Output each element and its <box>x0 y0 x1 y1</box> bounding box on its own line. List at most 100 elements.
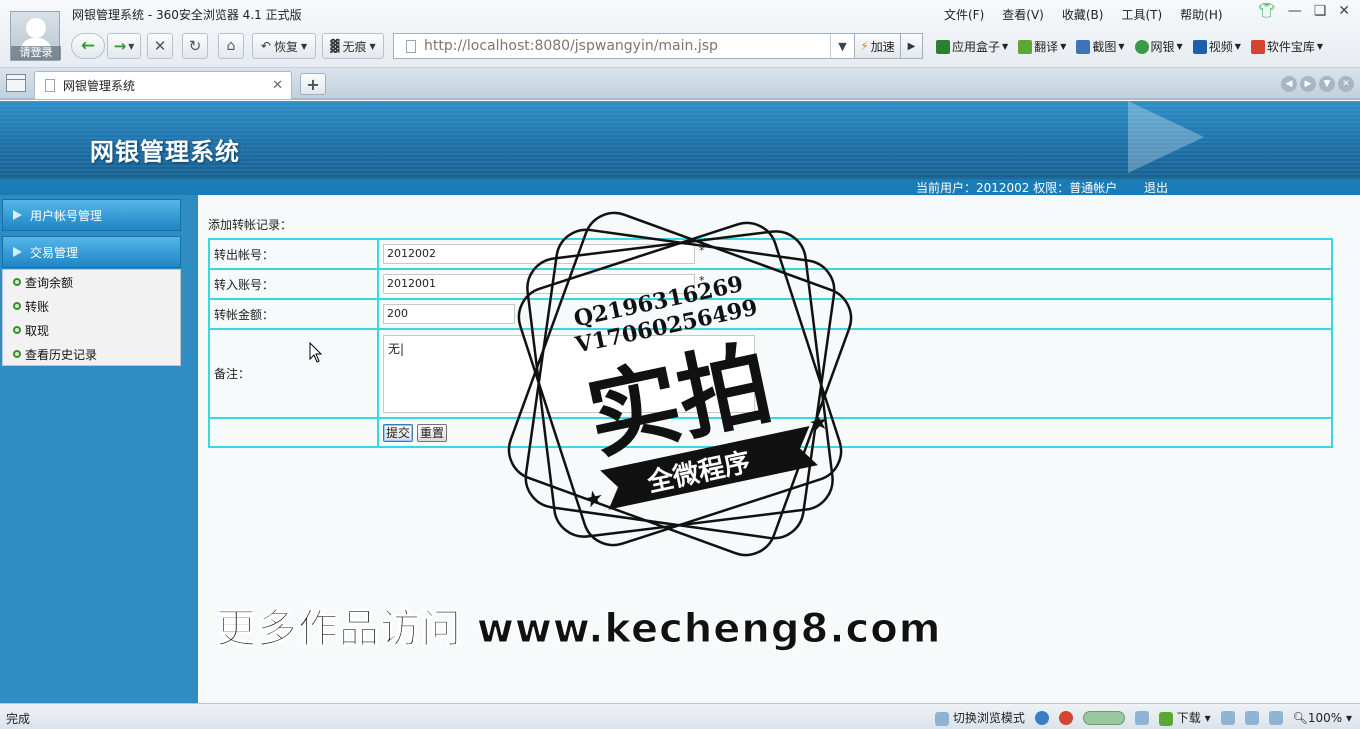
ext-label: 截图 <box>1092 40 1117 54</box>
clipboard-icon[interactable] <box>1220 710 1235 725</box>
ext-label: 视频 <box>1208 40 1233 54</box>
ext-app-box[interactable]: 应用盒子 ▼ <box>936 38 1008 55</box>
stop-button[interactable]: ✕ <box>147 33 173 59</box>
login-avatar[interactable]: 请登录 <box>10 11 61 61</box>
menu-favorites[interactable]: 收藏(B) <box>1062 6 1104 23</box>
menu-file[interactable]: 文件(F) <box>944 6 984 23</box>
restore-button[interactable]: ↶ 恢复 ▼ <box>252 33 316 59</box>
plus-icon: + <box>306 74 320 94</box>
ext-software[interactable]: 软件宝库 ▼ <box>1250 38 1323 55</box>
amount-label: 转帐金额： <box>208 298 379 330</box>
tab-bar: 网银管理系统 ✕ + ◀ ▶ ▼ ✕ <box>0 68 1360 100</box>
tab-list-icon[interactable]: ▼ <box>1319 76 1335 92</box>
tab-close-all-icon[interactable]: ✕ <box>1338 76 1354 92</box>
address-dropdown-icon[interactable]: ▼ <box>830 34 854 58</box>
skin-shirt-icon[interactable]: 👕︎ <box>1258 3 1276 19</box>
tab-next-icon[interactable]: ▶ <box>1300 76 1316 92</box>
app-title: 网银管理系统 <box>90 137 240 166</box>
screenshot-icon <box>1076 39 1091 54</box>
mode-switch[interactable]: 切换浏览模式 <box>935 709 1025 726</box>
back-arrow-icon: ← <box>80 36 96 56</box>
new-tab-button[interactable]: + <box>300 73 326 95</box>
tab-main[interactable]: 网银管理系统 ✕ <box>34 71 292 99</box>
amount-input[interactable]: 200 <box>383 304 515 324</box>
forward-button[interactable]: → ▼ <box>107 33 141 59</box>
go-button[interactable]: ▶ <box>901 33 923 59</box>
site-watermark: 更多作品访问 www.kecheng8.com <box>215 606 942 653</box>
close-window-icon[interactable]: ✕ <box>1338 3 1350 19</box>
ebank-icon <box>1134 39 1149 54</box>
app-sidebar: 用户帐号管理 交易管理 查询余额 转账 取现 查看历史记录 <box>0 195 198 703</box>
sidebar-group-transactions[interactable]: 交易管理 <box>2 236 181 268</box>
from-account-label: 转出帐号： <box>208 238 379 270</box>
star-icon: ★ <box>807 409 832 438</box>
chevron-down-icon: ▼ <box>1002 42 1009 51</box>
star-icon: ★ <box>582 486 607 515</box>
ext-translate[interactable]: 翻译 ▼ <box>1018 38 1066 55</box>
tab-prev-icon[interactable]: ◀ <box>1281 76 1297 92</box>
ie-icon[interactable] <box>1034 710 1049 725</box>
zoom-control[interactable]: 🔍︎100% ▾ <box>1293 711 1352 725</box>
maximize-icon[interactable]: ❏ <box>1314 3 1327 19</box>
download-button[interactable]: 下载 ▾ <box>1158 709 1211 726</box>
download-label: 下载 <box>1176 711 1201 725</box>
triangle-right-icon <box>13 247 22 257</box>
sidebar-toggle-icon[interactable] <box>6 74 26 92</box>
sidebar-item-label: 查询余额 <box>25 275 74 290</box>
forward-arrow-icon: → <box>113 37 127 55</box>
keyboard-icon[interactable] <box>1244 710 1259 725</box>
bullet-icon <box>13 302 21 310</box>
sidebar-item-transfer[interactable]: 转账 <box>3 294 180 318</box>
status-tools: 切换浏览模式 下载 ▾ 🔍︎100% ▾ <box>935 709 1352 726</box>
bullet-icon <box>13 350 21 358</box>
remark-label: 备注： <box>208 328 379 419</box>
bullet-icon <box>13 326 21 334</box>
sidebar-item-history[interactable]: 查看历史记录 <box>3 342 180 366</box>
mode-switch-icon <box>935 711 950 726</box>
avatar-label: 请登录 <box>11 46 61 60</box>
reset-button[interactable]: 重置 <box>417 423 448 442</box>
sidebar-item-label: 查看历史记录 <box>25 347 98 362</box>
speed-toggle-icon[interactable] <box>1082 710 1125 725</box>
menu-help[interactable]: 帮助(H) <box>1180 6 1222 23</box>
chevron-down-icon: ▼ <box>1060 42 1067 51</box>
undo-icon: ↶ <box>260 39 271 53</box>
menu-tools[interactable]: 工具(T) <box>1121 6 1162 23</box>
chevron-down-icon: ▼ <box>128 41 135 51</box>
logout-link[interactable]: 退出 <box>1144 179 1168 196</box>
refresh-button[interactable]: ↻ <box>182 33 208 59</box>
window-title: 网银管理系统 - 360安全浏览器 4.1 正式版 <box>72 8 302 22</box>
globe-icon[interactable] <box>1058 710 1073 725</box>
ext-screenshot[interactable]: 截图 ▼ <box>1076 38 1125 55</box>
document-icon <box>45 79 55 92</box>
avatar-head <box>26 18 46 38</box>
section-title: 添加转帐记录： <box>208 218 293 232</box>
home-button[interactable]: ⌂ <box>218 33 244 59</box>
ext-ebank[interactable]: 网银 ▼ <box>1134 38 1183 55</box>
triangle-right-icon <box>13 210 22 220</box>
speaker-icon[interactable] <box>1268 710 1283 725</box>
minimize-icon[interactable]: — <box>1288 3 1302 19</box>
sidebar-group-user-accounts[interactable]: 用户帐号管理 <box>2 199 181 231</box>
chevron-down-icon: ▼ <box>1176 42 1183 51</box>
url-text[interactable]: http://localhost:8080/jspwangyin/main.js… <box>424 38 718 54</box>
speed-button[interactable]: ⚡︎ 加速 <box>855 33 901 59</box>
sidebar-item-label: 取现 <box>25 323 50 338</box>
sidebar-item-withdraw[interactable]: 取现 <box>3 318 180 342</box>
chevron-down-icon: ▼ <box>1118 42 1125 51</box>
software-store-icon <box>1250 39 1265 54</box>
close-tab-icon[interactable]: ✕ <box>272 78 283 93</box>
sidebar-item-balance[interactable]: 查询余额 <box>3 270 180 294</box>
submit-button[interactable]: 提交 <box>383 423 414 442</box>
address-bar[interactable]: http://localhost:8080/jspwangyin/main.js… <box>393 33 855 59</box>
menu-view[interactable]: 查看(V) <box>1002 6 1044 23</box>
ext-video[interactable]: 视频 ▼ <box>1192 38 1241 55</box>
empty-cell <box>208 417 379 448</box>
chevron-down-icon: ▼ <box>300 41 308 51</box>
page-icon <box>406 39 416 53</box>
screen-icon[interactable] <box>1134 710 1149 725</box>
ext-label: 应用盒子 <box>952 40 1001 54</box>
translate-icon <box>1018 39 1033 54</box>
back-button[interactable]: ← <box>71 33 105 59</box>
incognito-button[interactable]: ▓ 无痕 ▼ <box>322 33 384 59</box>
